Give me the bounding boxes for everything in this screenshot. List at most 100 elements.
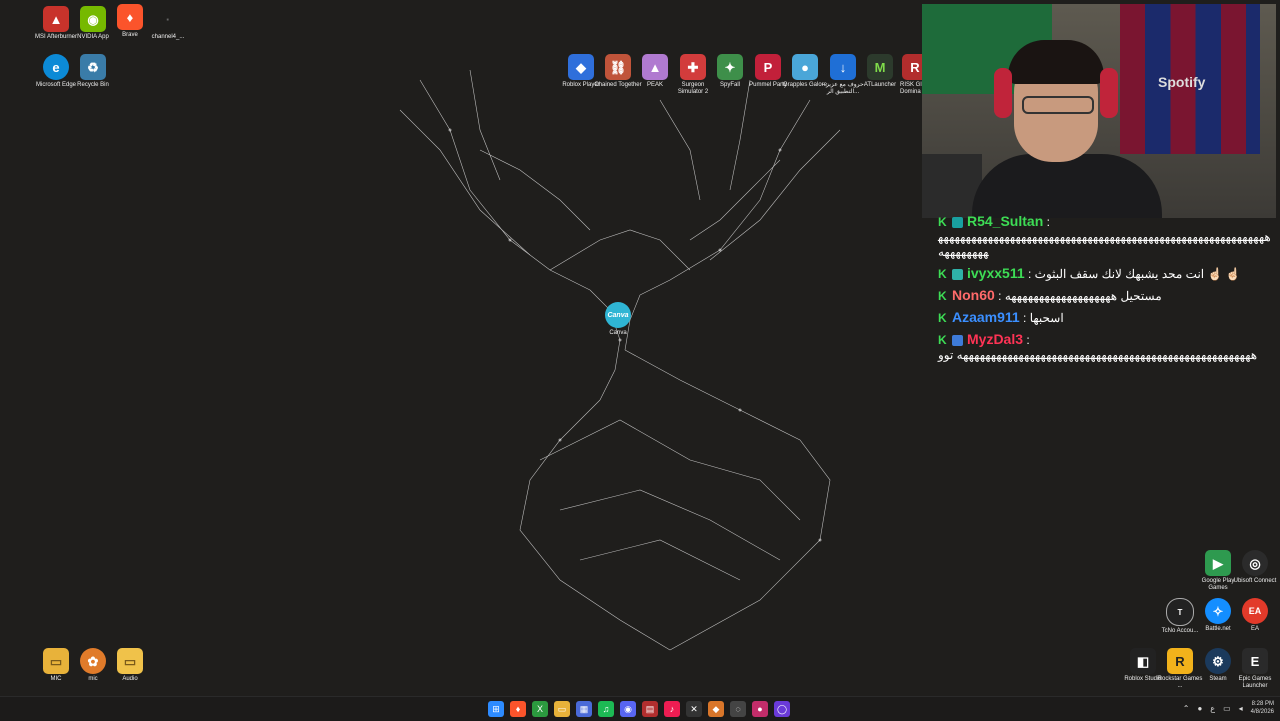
chat-text: اسحبها <box>1029 311 1064 325</box>
desktop-icon-ea[interactable]: EA EA <box>1231 598 1279 633</box>
kick-icon: K <box>938 215 947 229</box>
spotify-icon[interactable]: ♫ <box>598 701 614 717</box>
app-icon[interactable]: ◆ <box>708 701 724 717</box>
kick-icon: K <box>938 333 947 347</box>
glasses <box>1022 96 1094 114</box>
chat-separator: : <box>1024 267 1035 281</box>
brave-icon: ♦ <box>117 4 143 30</box>
chat-text: مستحيل هههههههههههههههههههه <box>1004 289 1162 303</box>
ea-icon: EA <box>1242 598 1268 624</box>
headset-left <box>994 68 1012 118</box>
video-icon[interactable]: ▤ <box>642 701 658 717</box>
grapples-icon: ● <box>792 54 818 80</box>
desktop-icon-epic-games[interactable]: E Epic Games Launcher <box>1231 648 1279 690</box>
clock-time: 8:28 PM <box>1251 701 1274 707</box>
webcam-overlay: Spotify <box>922 4 1276 218</box>
badge-icon <box>952 269 963 281</box>
deer-wallpaper <box>399 69 841 651</box>
chat-separator: : <box>1043 215 1050 229</box>
chat-separator: : <box>1019 311 1030 325</box>
app2-icon[interactable]: ● <box>752 701 768 717</box>
fl-studio-icon: ✿ <box>80 648 106 674</box>
xbox-icon[interactable]: X <box>532 701 548 717</box>
desktop-icon-label: RISK Gl Domina <box>900 82 922 95</box>
language-indicator[interactable]: ع <box>1210 704 1215 713</box>
chat-overlay: K R54_Sultan : هههههههههههههههههههههههههه… <box>938 214 1274 369</box>
chat-username: MyzDal3 <box>967 331 1024 347</box>
kick-icon: K <box>938 311 947 325</box>
person-hair <box>1008 40 1104 84</box>
capcut-icon[interactable]: ✕ <box>686 701 702 717</box>
nvidia-icon: ◉ <box>80 6 106 32</box>
desktop-icon-label: Ubisoft Connect <box>1233 578 1277 584</box>
google-play-games-icon: ▶ <box>1205 550 1231 576</box>
chat-username: Azaam911 <box>952 309 1020 325</box>
download-icon: ↓ <box>830 54 856 80</box>
chat-text: انت محد يشبهك لانك سقف البثوث ☝🏻 ☝🏻 <box>1034 267 1241 281</box>
atlauncher-icon: M <box>867 54 893 80</box>
folder-icon: ▭ <box>43 648 69 674</box>
desktop-icon-channel4[interactable]: · channel4_... <box>144 6 192 41</box>
desktop-icon-canva[interactable]: Canva Canva <box>594 302 642 337</box>
kick-icon: K <box>938 267 947 281</box>
edge-icon: e <box>43 54 69 80</box>
desktop-icon-label: Recycle Bin <box>77 82 109 88</box>
chat-separator: : <box>994 289 1005 303</box>
desktop: ▲ MSI Afterburner ◉ NVIDIA App ♦ Brave ·… <box>0 0 1280 696</box>
display-icon[interactable]: ▭ <box>1223 704 1231 713</box>
taskbar: ⊞ ♦ X ▭ ▦ ♫ ◉ ▤ ♪ ✕ ◆ ◌ ● ◯ ⌃ ● ع ▭ ◂ 8:… <box>0 696 1280 721</box>
person-body <box>972 154 1162 218</box>
desktop-icon-label: EA <box>1250 626 1259 632</box>
folder-icon: ▭ <box>117 648 143 674</box>
kick-icon: K <box>938 289 947 303</box>
desktop-icon-label: Audio <box>122 676 138 682</box>
chat-message: K R54_Sultan : هههههههههههههههههههههههههه… <box>938 214 1274 260</box>
pummel-party-icon: P <box>755 54 781 80</box>
start-icon[interactable]: ⊞ <box>488 701 504 717</box>
tcno-icon: T <box>1166 598 1194 626</box>
roblox-icon: ◆ <box>568 54 594 80</box>
steam-icon: ⚙ <box>1205 648 1231 674</box>
recycle-bin-icon: ♻ <box>80 54 106 80</box>
file-icon: · <box>165 11 171 27</box>
desktop-icon-ubisoft-connect[interactable]: ◎ Ubisoft Connect <box>1231 550 1279 585</box>
chat-username: R54_Sultan <box>967 213 1044 229</box>
roblox-studio-icon: ◧ <box>1130 648 1156 674</box>
obs-icon[interactable]: ◌ <box>730 701 746 717</box>
clock[interactable]: 8:28 PM 4/8/2026 <box>1251 700 1274 716</box>
chat-text: هههههههههههههههههههههههههههههههههههههههه… <box>938 230 1271 259</box>
app3-icon[interactable]: ◯ <box>774 701 790 717</box>
calendar-icon[interactable]: ▦ <box>576 701 592 717</box>
badge-icon <box>952 335 963 347</box>
chat-message: Kivyxx511 : انت محد يشبهك لانك سقف البثو… <box>938 266 1274 282</box>
clock-date: 4/8/2026 <box>1250 709 1274 715</box>
desktop-icon-label: channel4_... <box>151 34 185 40</box>
tiktok-icon[interactable]: ♪ <box>664 701 680 717</box>
jersey-text: Spotify <box>1158 74 1206 90</box>
ubisoft-icon: ◎ <box>1242 550 1268 576</box>
chat-separator: : <box>1023 333 1030 347</box>
mic-icon[interactable]: ● <box>1197 704 1202 713</box>
risk-icon: R <box>902 54 922 80</box>
volume-icon[interactable]: ◂ <box>1239 704 1243 713</box>
chevron-up-icon[interactable]: ⌃ <box>1183 704 1190 713</box>
canva-icon: Canva <box>605 302 631 328</box>
chat-text: هههههههههههههههههههههههههههههههههههههههه… <box>938 348 1258 362</box>
msi-afterburner-icon: ▲ <box>43 6 69 32</box>
desktop-icon-risk[interactable]: R RISK Gl Domina <box>892 54 922 96</box>
desktop-icon-recycle-bin[interactable]: ♻ Recycle Bin <box>69 54 117 89</box>
chat-username: ivyxx511 <box>967 265 1025 281</box>
brave-icon[interactable]: ♦ <box>510 701 526 717</box>
desktop-icon-label: Epic Games Launcher <box>1238 676 1272 689</box>
peak-icon: ▲ <box>642 54 668 80</box>
system-tray: ⌃ ● ع ▭ ◂ 8:28 PM 4/8/2026 <box>1183 700 1274 716</box>
discord-icon[interactable]: ◉ <box>620 701 636 717</box>
battlenet-icon: ✧ <box>1205 598 1231 624</box>
chained-together-icon: ⛓ <box>605 54 631 80</box>
rockstar-icon: R <box>1167 648 1193 674</box>
spyfall-icon: ✦ <box>717 54 743 80</box>
badge-icon <box>952 217 963 229</box>
chat-username: Non60 <box>952 287 995 303</box>
desktop-icon-audio-folder[interactable]: ▭ Audio <box>106 648 154 683</box>
file-explorer-icon[interactable]: ▭ <box>554 701 570 717</box>
